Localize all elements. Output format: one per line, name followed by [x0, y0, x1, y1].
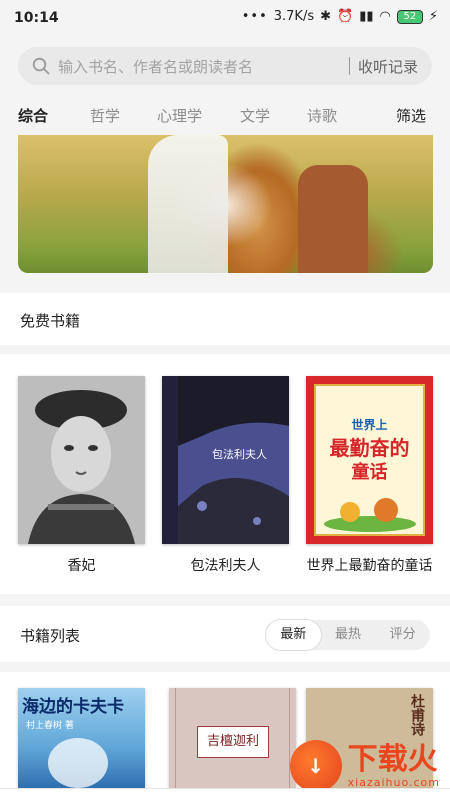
cover-title-line: 最勤奋的	[329, 436, 410, 460]
sort-segmented-control: 最新 最热 评分	[266, 620, 430, 650]
book-card[interactable]: 海边的卡夫卡 村上春树 著	[18, 688, 145, 788]
divider	[348, 57, 350, 75]
filter-button[interactable]: 筛选	[396, 105, 426, 126]
battery-icon: 52	[396, 9, 423, 24]
charging-icon: ⚡	[428, 9, 438, 24]
book-cover[interactable]	[18, 376, 145, 544]
cover-title: 海边的卡夫卡	[22, 697, 124, 717]
status-bar: 10:14 ••• 3.7K/s ✱ ⏰ ▮▮ ◠ 52 ⚡	[0, 0, 450, 38]
free-books-title: 免费书籍	[20, 312, 81, 330]
cover-title: 包法利夫人	[212, 448, 267, 461]
status-time: 10:14	[14, 10, 59, 26]
book-list-header: 书籍列表 最新 最热 评分	[0, 606, 450, 662]
status-icons: ••• 3.7K/s ✱ ⏰ ▮▮ ◠ 52 ⚡	[242, 9, 438, 24]
bottom-navigation	[0, 788, 450, 801]
watermark-logo-icon: ↓	[289, 740, 342, 792]
cover-title-line: 童话	[351, 462, 388, 483]
alarm-icon: ⏰	[337, 9, 354, 24]
network-speed: 3.7K/s	[273, 9, 315, 24]
watermark: ↓ 下载火 xiazaihuo.com	[289, 740, 440, 792]
book-title: 香妃	[67, 558, 96, 574]
tab-psychology[interactable]: 心理学	[157, 105, 202, 126]
cover-author: 村上春树 著	[26, 721, 74, 731]
book-card[interactable]: 世界上 最勤奋的 童话 世界上最勤奋的童话	[306, 376, 433, 576]
category-tabs: 综合 哲学 心理学 文学 诗歌 筛选	[0, 100, 450, 130]
tab-poetry[interactable]: 诗歌	[307, 105, 337, 126]
banner-image[interactable]	[18, 135, 433, 273]
more-dots-icon: •••	[241, 9, 268, 24]
watermark-url: xiazaihuo.com	[347, 775, 440, 789]
cover-title-line: 世界上	[351, 418, 388, 432]
search-input[interactable]: 输入书名、作者名或朗读者名	[58, 56, 349, 77]
banner-figure	[148, 135, 228, 273]
cover-title: 杜甫诗	[409, 694, 425, 736]
book-cover[interactable]: 吉檀迦利	[169, 688, 296, 788]
tab-philosophy[interactable]: 哲学	[90, 105, 120, 126]
book-title: 包法利夫人	[190, 558, 261, 574]
book-card[interactable]: 吉檀迦利	[169, 688, 296, 788]
banner-figure-vest	[298, 165, 368, 273]
book-card[interactable]: 包法利夫人 包法利夫人	[162, 376, 289, 576]
search-bar[interactable]: 输入书名、作者名或朗读者名 收听记录	[18, 47, 432, 85]
signal-icon: ▮▮	[359, 9, 374, 24]
book-list-title: 书籍列表	[20, 627, 81, 645]
bluetooth-icon: ✱	[320, 9, 332, 24]
book-card[interactable]: 香妃	[18, 376, 145, 576]
listen-history-button[interactable]: 收听记录	[358, 56, 418, 77]
tab-literature[interactable]: 文学	[240, 105, 270, 126]
book-title: 世界上最勤奋的童话	[306, 558, 433, 574]
sort-rating-button[interactable]: 评分	[375, 620, 430, 650]
free-books-header: 免费书籍	[0, 293, 450, 345]
book-cover[interactable]: 世界上 最勤奋的 童话	[306, 376, 433, 544]
wifi-icon: ◠	[379, 9, 391, 24]
book-cover[interactable]: 海边的卡夫卡 村上春树 著	[18, 688, 145, 788]
cover-title: 吉檀迦利	[197, 726, 269, 758]
book-cover[interactable]: 包法利夫人	[162, 376, 289, 544]
tab-all[interactable]: 综合	[18, 105, 48, 126]
search-icon	[32, 57, 50, 75]
sort-newest-button[interactable]: 最新	[266, 620, 321, 650]
watermark-brand: 下载火	[347, 741, 438, 777]
sort-popular-button[interactable]: 最热	[321, 620, 376, 650]
free-books-list: 香妃 包法利夫人 包法利夫人 世界上 最勤奋的 童话 世界上最勤奋的童话	[0, 354, 450, 594]
